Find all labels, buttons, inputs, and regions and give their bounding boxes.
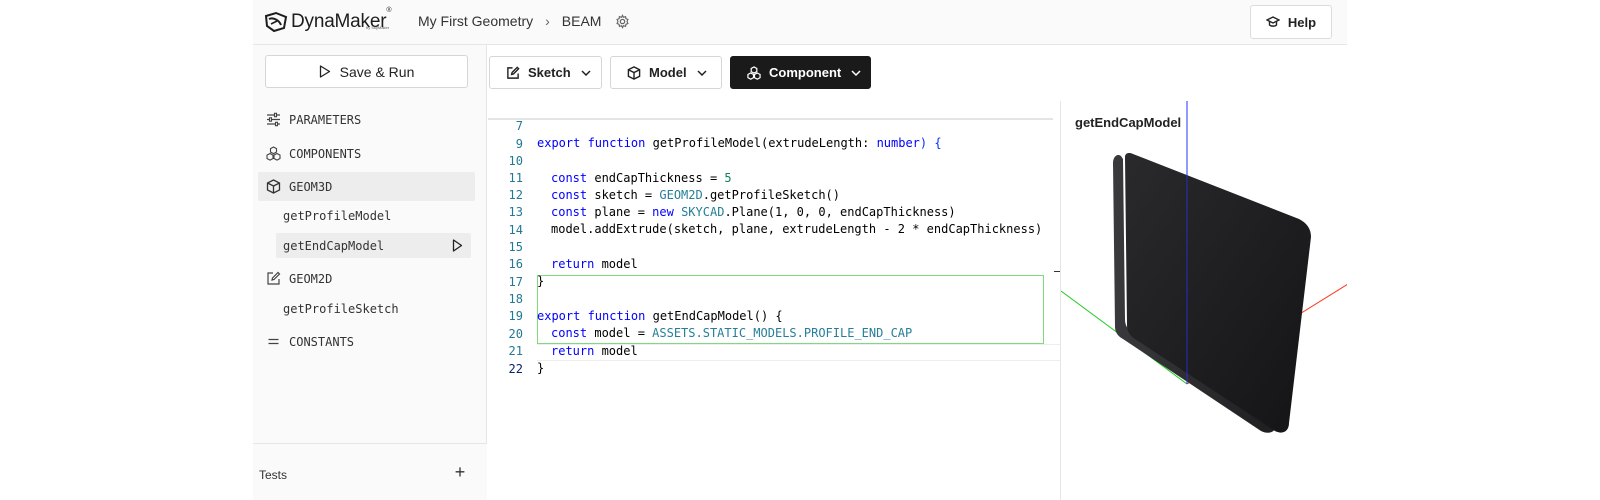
sketch-label: Sketch: [528, 65, 571, 80]
code-line[interactable]: 16 }: [488, 239, 1069, 288]
add-test-button[interactable]: +: [450, 462, 470, 483]
edit-square-icon: [507, 65, 520, 79]
cube-icon: [627, 65, 641, 80]
model-dropdown[interactable]: Model: [610, 56, 722, 89]
code-line[interactable]: 13 model.addExtrude(sketch, plane, extru…: [488, 187, 1069, 236]
line-number: 22: [508, 362, 523, 376]
component-label: Component: [769, 65, 842, 80]
app-window: DynaMaker® by SkyMaker My First Geometry…: [253, 0, 1347, 500]
end-cap-face: [1125, 153, 1311, 433]
sidebar-item-label: GEOM3D: [289, 179, 333, 194]
breadcrumb-component[interactable]: BEAM: [562, 13, 602, 29]
code-line[interactable]: 11 const sketch = GEOM2D.getProfileSketc…: [488, 153, 1069, 202]
3d-scene[interactable]: [1061, 101, 1347, 500]
cube-icon: [266, 179, 281, 194]
code-line[interactable]: 12 const plane = new SKYCAD.Plane(1, 0, …: [488, 170, 1069, 219]
sidebar-item-geom3d[interactable]: GEOM3D: [258, 172, 475, 201]
edit-square-icon: [267, 271, 281, 285]
graduation-cap-icon: [1265, 16, 1280, 27]
geom2d-item-label: getProfileSketch: [283, 301, 399, 316]
tests-label: Tests: [259, 468, 288, 482]
tests-panel: Tests +: [253, 443, 487, 500]
component-dropdown[interactable]: Component: [730, 56, 871, 89]
top-header: DynaMaker® by SkyMaker My First Geometry…: [253, 0, 1347, 45]
help-label: Help: [1287, 14, 1317, 30]
equals-icon: [268, 338, 279, 345]
code-line[interactable]: 15 return model: [488, 222, 1069, 271]
code-line[interactable]: 10 const endCapThickness = 5: [488, 136, 1069, 185]
viewport-title: getEndCapModel: [1075, 115, 1182, 130]
sidebar-item-label: GEOM2D: [289, 271, 333, 286]
help-button[interactable]: Help: [1250, 5, 1332, 39]
save-run-button[interactable]: Save & Run: [265, 55, 468, 88]
code-line[interactable]: 18 export function getEndCapModel() {: [488, 274, 1069, 323]
code-line[interactable]: 20 return model: [488, 309, 1069, 358]
play-icon: [319, 65, 330, 78]
geom3d-item-getendcapmodel[interactable]: getEndCapModel: [276, 233, 471, 258]
code-line[interactable]: 14: [488, 205, 1069, 237]
dynamaker-logo[interactable]: DynaMaker®: [263, 7, 392, 35]
geom2d-item-getprofilesketch[interactable]: getProfileSketch: [276, 296, 471, 321]
code-line[interactable]: 9: [488, 119, 1069, 151]
geom3d-item-label: getEndCapModel: [283, 238, 385, 253]
chevron-down-icon: [851, 69, 861, 76]
sidebar-item-components[interactable]: COMPONENTS: [258, 139, 475, 168]
code-line[interactable]: 22: [488, 344, 1069, 376]
sliders-icon: [267, 112, 280, 127]
sidebar-item-label: PARAMETERS: [289, 112, 362, 127]
play-icon[interactable]: [452, 239, 463, 252]
geom3d-item-label: getProfileModel: [283, 208, 392, 223]
geom3d-item-getprofilemodel[interactable]: getProfileModel: [276, 203, 471, 228]
gear-icon[interactable]: [615, 13, 630, 29]
chevron-down-icon: [581, 69, 591, 76]
sidebar: Save & Run PARAMETERS COMPONENTS GEOM3D …: [253, 45, 487, 500]
brand-subtitle: by SkyMaker: [366, 25, 390, 30]
cubes-icon: [266, 146, 281, 161]
breadcrumb-project[interactable]: My First Geometry: [418, 13, 533, 29]
sidebar-item-constants[interactable]: CONSTANTS: [258, 327, 475, 356]
code-editor[interactable]: 7 export function getProfileModel(extrud…: [488, 101, 1069, 500]
code-line[interactable]: 19 const model = ASSETS.STATIC_MODELS.PR…: [488, 291, 1069, 340]
chevron-right-icon: ›: [545, 13, 550, 29]
save-run-label: Save & Run: [339, 63, 415, 80]
chevron-down-icon: [697, 69, 707, 76]
breadcrumb: My First Geometry › BEAM: [418, 0, 630, 42]
sidebar-item-label: COMPONENTS: [289, 146, 362, 161]
cubes-icon: [747, 65, 761, 80]
sidebar-item-geom2d[interactable]: GEOM2D: [258, 264, 475, 293]
dynamaker-logo-icon: [264, 11, 288, 33]
code-line[interactable]: 21 }: [488, 326, 1069, 375]
code-brace: }: [537, 361, 545, 375]
sidebar-item-label: CONSTANTS: [289, 334, 355, 349]
3d-viewport[interactable]: getEndCapModel: [1060, 101, 1347, 500]
sidebar-item-parameters[interactable]: PARAMETERS: [258, 105, 475, 134]
model-label: Model: [649, 65, 687, 80]
sketch-dropdown[interactable]: Sketch: [489, 56, 602, 89]
code-line[interactable]: 17: [488, 257, 1069, 289]
sticky-scroll-line[interactable]: 7 export function getProfileModel(extrud…: [488, 101, 1069, 150]
